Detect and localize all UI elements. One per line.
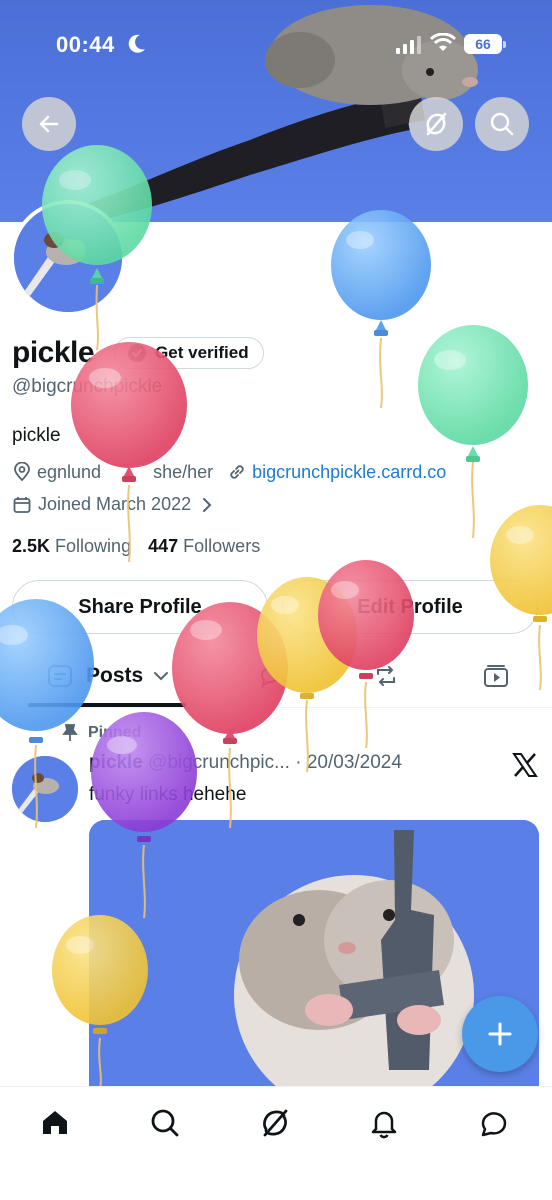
location-pin-icon [14, 462, 30, 482]
profile-handle: @bigcrunchpickle [12, 376, 163, 397]
compose-button[interactable] [462, 996, 538, 1072]
share-profile-button[interactable]: Share Profile [12, 580, 268, 634]
grok-button[interactable] [409, 97, 463, 151]
pin-icon [62, 724, 78, 741]
tab-videos[interactable] [482, 662, 510, 690]
profile-meta-row: egnlund she/her bigcrunchpickle.carrd.co [12, 460, 446, 484]
search-icon [151, 1109, 179, 1137]
get-verified-label: Get verified [155, 343, 249, 362]
bottom-navigation [0, 1086, 552, 1200]
display-name: pickle [12, 336, 95, 369]
tab-posts[interactable]: Posts [46, 662, 169, 690]
back-button[interactable] [22, 97, 76, 151]
location-text: egnlund [37, 461, 102, 482]
battery-indicator: 66 [464, 34, 502, 54]
pronouns-text: she/her [153, 461, 214, 482]
website-link[interactable]: bigcrunchpickle.carrd.co [252, 462, 446, 483]
post-author-handle[interactable]: @bigcrunchpic... [148, 752, 290, 773]
calendar-icon [13, 496, 31, 513]
cellular-signal-icon [396, 36, 421, 54]
get-verified-button[interactable]: Get verified [114, 337, 264, 369]
nav-notifications[interactable] [364, 1103, 404, 1143]
tab-posts-label: Posts [86, 664, 144, 687]
post-separator: · [295, 752, 302, 773]
post-author-name[interactable]: pickle [89, 752, 143, 773]
posts-icon [48, 665, 72, 687]
reply-icon [260, 667, 279, 689]
post-header: pickle @bigcrunchpic... · 20/03/2024 [89, 752, 402, 774]
post-author-avatar[interactable] [12, 756, 78, 822]
follow-stats: 2.5K Following 447 Followers [12, 536, 260, 557]
nav-messages[interactable] [474, 1103, 514, 1143]
post-date: 20/03/2024 [306, 752, 402, 773]
messages-icon [481, 1112, 507, 1137]
tab-replies[interactable] [256, 662, 284, 690]
pinned-text: Pinned [88, 724, 142, 741]
location-item: egnlund [12, 462, 101, 483]
post-text: funky links hehehe [89, 784, 247, 805]
grok-icon [263, 1109, 288, 1137]
followers-count: 447 [148, 536, 179, 556]
grok-icon [426, 112, 447, 136]
active-tab-indicator [28, 703, 186, 707]
profile-tabs: Posts [0, 650, 552, 708]
verified-badge-icon [128, 344, 147, 362]
nav-home[interactable] [35, 1103, 75, 1143]
balloon-green-right [418, 325, 528, 539]
post-avatar-image [12, 756, 78, 822]
joined-row[interactable]: Joined March 2022 [12, 494, 215, 515]
edit-profile-button[interactable]: Edit Profile [282, 580, 538, 634]
do-not-disturb-icon [128, 34, 145, 53]
profile-bio: pickle [12, 425, 61, 446]
following-label: Following [55, 536, 132, 556]
repost-icon [377, 666, 395, 686]
profile-avatar[interactable] [10, 200, 126, 316]
nav-grok[interactable] [255, 1103, 295, 1143]
nav-search[interactable] [145, 1103, 185, 1143]
plus-icon [488, 1022, 512, 1046]
followers-link[interactable]: 447 Followers [148, 536, 260, 556]
search-icon [490, 112, 514, 136]
tab-reposts[interactable] [372, 662, 400, 690]
home-icon [43, 1111, 67, 1134]
balloon-blue-top-right [331, 210, 431, 409]
avatar-image [14, 204, 122, 312]
website-item[interactable]: bigcrunchpickle.carrd.co [227, 462, 446, 483]
balloon-red-left [71, 342, 187, 563]
back-arrow-icon [39, 115, 59, 133]
status-bar: 00:44 66 [0, 0, 552, 90]
video-icon [484, 665, 508, 687]
pinned-label-row: Pinned [62, 724, 141, 742]
wifi-icon [430, 33, 456, 51]
pronouns-item: she/her [153, 462, 213, 483]
status-time: 00:44 [56, 32, 115, 57]
profile-name-row: pickle Get verified [12, 336, 264, 370]
followers-label: Followers [183, 536, 261, 556]
following-link[interactable]: 2.5K Following [12, 536, 131, 556]
following-count: 2.5K [12, 536, 51, 556]
joined-text: Joined March 2022 [38, 494, 192, 514]
x-logo-icon [512, 752, 538, 783]
link-icon [230, 465, 244, 479]
chevron-right-icon [203, 497, 212, 512]
chevron-down-icon [154, 672, 169, 681]
notifications-icon [371, 1111, 397, 1139]
search-button[interactable] [475, 97, 529, 151]
battery-tip [503, 41, 506, 48]
